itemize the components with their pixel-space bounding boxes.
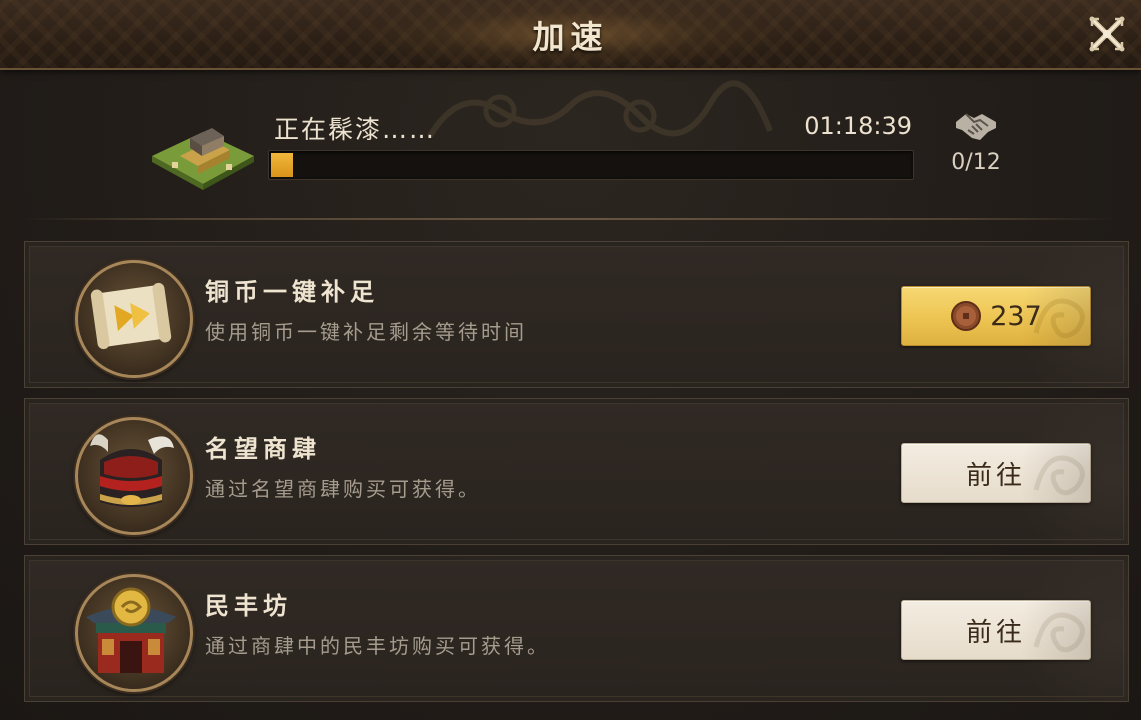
build-status-text: 正在髹漆…… <box>274 115 437 144</box>
copper-coin-icon <box>951 301 982 331</box>
copper-price: 237 <box>990 300 1042 332</box>
dialog-title: 加速 <box>532 18 609 56</box>
buy-with-copper-button[interactable]: 237 <box>901 286 1091 346</box>
title-bar: 加速 <box>0 0 1141 70</box>
close-icon[interactable] <box>1087 14 1127 54</box>
go-minfeng-shop-button[interactable]: 前往 <box>901 600 1091 660</box>
progress-bar-fill <box>271 153 293 177</box>
go-fame-shop-button[interactable]: 前往 <box>901 443 1091 503</box>
option-title: 名望商肆 <box>205 435 321 463</box>
section-divider <box>22 218 1119 220</box>
remaining-timer: 01:18:39 <box>804 112 912 140</box>
shop-building-icon <box>75 574 193 692</box>
option-title: 铜币一键补足 <box>205 278 379 306</box>
option-title: 民丰坊 <box>205 592 292 620</box>
option-description: 通过名望商肆购买可获得。 <box>205 477 481 501</box>
help-count: 0/12 <box>951 150 1001 175</box>
button-pattern <box>1033 455 1085 496</box>
building-tile-icon <box>152 128 254 190</box>
button-pattern <box>1033 298 1085 339</box>
progress-section: 正在髹漆…… 01:18:39 0/12 <box>0 70 1141 220</box>
option-description: 使用铜币一键补足剩余等待时间 <box>205 320 527 344</box>
option-card-copper: 铜币一键补足 使用铜币一键补足剩余等待时间 237 <box>24 241 1129 388</box>
progress-bar <box>268 150 914 180</box>
button-pattern <box>1033 612 1085 653</box>
speedup-dialog: 加速 正在髹漆…… 01:18:39 0/12 铜币一键补足 使用铜币一键补足剩… <box>0 0 1141 720</box>
go-button-label: 前往 <box>965 460 1026 491</box>
go-button-label: 前往 <box>965 617 1026 648</box>
handshake-icon[interactable] <box>954 108 998 144</box>
option-description: 通过商肆中的民丰坊购买可获得。 <box>205 634 550 658</box>
option-card-minfeng-shop: 民丰坊 通过商肆中的民丰坊购买可获得。 前往 <box>24 555 1129 702</box>
helmet-icon <box>75 417 193 535</box>
background-ornament <box>427 80 773 138</box>
option-card-fame-shop: 名望商肆 通过名望商肆购买可获得。 前往 <box>24 398 1129 545</box>
scroll-arrow-icon <box>75 260 193 378</box>
